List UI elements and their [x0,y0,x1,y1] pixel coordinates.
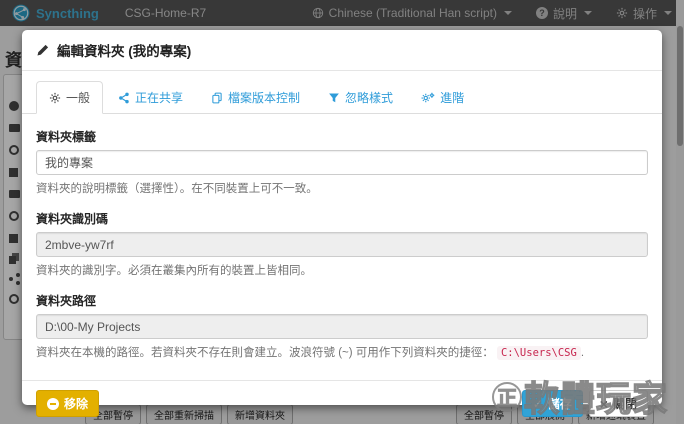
folder-label-group: 資料夾標籤 資料夾的說明標籤（選擇性）。在不同裝置上可不一致。 [36,128,648,197]
modal-footer: 移除 ✓ 儲存 × 關閉 [22,380,662,424]
tab-sharing-label: 正在共享 [135,89,183,106]
share-icon [118,92,130,104]
folder-path-help: 資料夾在本機的路徑。若資料夾不存在則會建立。波浪符號 (~) 可用作下列資料夾的… [36,345,648,361]
filter-icon [328,92,340,104]
tab-ignore-patterns-label: 忽略樣式 [345,89,393,106]
check-icon: ✓ [533,397,543,411]
remove-button-label: 移除 [64,395,88,412]
copy-icon [211,92,223,104]
tab-advanced-label: 進階 [440,89,464,106]
tab-advanced[interactable]: 進階 [408,81,477,114]
modal-header: 編輯資料夾 (我的專案) [22,30,662,71]
edit-folder-modal: 編輯資料夾 (我的專案) 一般 正在共享 [22,30,662,405]
folder-id-help: 資料夾的識別字。必須在叢集內所有的裝置上皆相同。 [36,263,648,279]
folder-path-group: 資料夾路徑 資料夾在本機的路徑。若資料夾不存在則會建立。波浪符號 (~) 可用作… [36,292,648,361]
tab-ignore-patterns[interactable]: 忽略樣式 [315,81,406,114]
folder-path-label: 資料夾路徑 [36,292,648,309]
folder-label-label: 資料夾標籤 [36,128,648,145]
folder-label-input[interactable] [36,150,648,175]
modal-tabs: 一般 正在共享 檔案版本控制 [22,71,662,114]
tab-file-versioning-label: 檔案版本控制 [228,89,300,106]
folder-id-input [36,232,648,257]
tab-general-label: 一般 [66,89,90,106]
close-icon: × [600,399,608,409]
modal-body: 資料夾標籤 資料夾的說明標籤（選擇性）。在不同裝置上可不一致。 資料夾識別碼 資… [22,114,662,380]
pencil-icon [36,44,49,57]
folder-path-help-suffix: . [581,347,584,359]
gears-icon [421,92,435,104]
save-button[interactable]: ✓ 儲存 [522,390,583,417]
close-button-label: 關閉 [613,395,637,412]
scrollbar-thumb[interactable] [677,26,683,146]
folder-path-help-text: 資料夾在本機的路徑。若資料夾不存在則會建立。波浪符號 (~) 可用作下列資料夾的… [36,347,494,359]
folder-label-help: 資料夾的說明標籤（選擇性）。在不同裝置上可不一致。 [36,181,648,197]
close-button[interactable]: × 關閉 [589,390,648,417]
minus-circle-icon [47,398,59,410]
tab-file-versioning[interactable]: 檔案版本控制 [198,81,313,114]
tab-sharing[interactable]: 正在共享 [105,81,196,114]
folder-id-group: 資料夾識別碼 資料夾的識別字。必須在叢集內所有的裝置上皆相同。 [36,210,648,279]
modal-title: 編輯資料夾 (我的專案) [57,40,191,60]
remove-folder-button[interactable]: 移除 [36,390,99,417]
folder-id-label: 資料夾識別碼 [36,210,648,227]
save-button-label: 儲存 [548,395,572,412]
home-path-code: C:\Users\CSG [497,346,581,360]
syncthing-page: Syncthing CSG-Home-R7 Chinese (Tradition… [0,0,684,424]
gear-icon [49,92,61,104]
page-scrollbar[interactable] [676,0,684,424]
tab-general[interactable]: 一般 [36,81,103,114]
folder-path-input [36,314,648,339]
